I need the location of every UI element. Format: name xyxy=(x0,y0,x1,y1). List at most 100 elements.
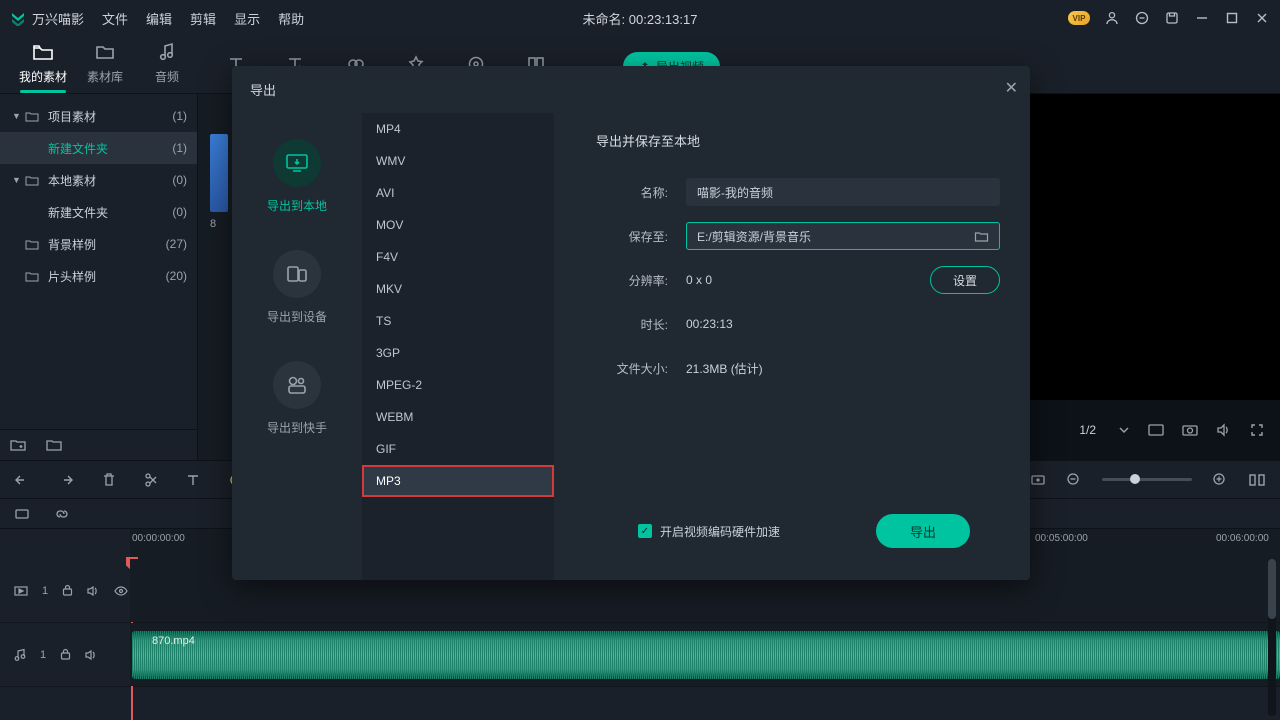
format-gif[interactable]: GIF xyxy=(362,433,554,465)
sidebar-item-local-media[interactable]: ▼ 本地素材 (0) xyxy=(0,164,197,196)
sidebar-item-new-folder-1[interactable]: 新建文件夹 (1) xyxy=(0,132,197,164)
devices-icon xyxy=(273,250,321,298)
audio-clip[interactable]: 870.mp4 xyxy=(132,631,1280,679)
folder-icon[interactable] xyxy=(974,230,989,243)
export-destinations: 导出到本地 导出到设备 导出到快手 xyxy=(232,113,362,580)
settings-button[interactable]: 设置 xyxy=(930,266,1000,294)
close-icon[interactable]: ✕ xyxy=(1005,78,1018,98)
maximize-button[interactable] xyxy=(1224,10,1240,26)
redo-icon[interactable] xyxy=(58,473,74,487)
export-button[interactable]: 导出 xyxy=(876,514,970,548)
format-mp3[interactable]: MP3 xyxy=(362,465,554,497)
vip-badge[interactable]: VIP xyxy=(1068,11,1090,25)
dest-kuaishou[interactable]: 导出到快手 xyxy=(267,353,327,444)
tab-my-media[interactable]: 我的素材 xyxy=(12,35,74,93)
media-thumbnail[interactable] xyxy=(210,134,228,212)
folder-icon xyxy=(25,110,41,122)
menu-help[interactable]: 帮助 xyxy=(278,9,304,28)
monitor-download-icon xyxy=(273,139,321,187)
stock-icon xyxy=(94,38,116,66)
lock-icon[interactable] xyxy=(62,584,73,597)
sidebar-item-intro-samples[interactable]: 片头样例 (20) xyxy=(0,260,197,292)
lock-icon[interactable] xyxy=(60,648,71,661)
export-dialog: 导出 ✕ 导出到本地 导出到设备 导出到快手 MP4 WMV AVI MOV F… xyxy=(232,66,1030,580)
path-input[interactable]: E:/剪辑资源/背景音乐 xyxy=(686,222,1000,250)
checkmark-icon: ✓ xyxy=(638,524,652,538)
text-icon[interactable] xyxy=(186,473,200,487)
chevron-down-icon[interactable] xyxy=(1118,424,1130,436)
sidebar-item-bg-samples[interactable]: 背景样例 (27) xyxy=(0,228,197,260)
delete-icon[interactable] xyxy=(102,472,116,488)
account-icon[interactable] xyxy=(1104,10,1120,26)
format-mov[interactable]: MOV xyxy=(362,209,554,241)
chevron-down-icon: ▼ xyxy=(12,111,22,121)
menu-clip[interactable]: 剪辑 xyxy=(190,9,216,28)
marker-icon[interactable] xyxy=(1030,473,1046,487)
mute-icon[interactable] xyxy=(87,585,100,597)
message-icon[interactable] xyxy=(1134,10,1150,26)
menu-edit[interactable]: 编辑 xyxy=(146,9,172,28)
tab-audio[interactable]: 音频 xyxy=(136,35,198,93)
filesize-value: 21.3MB (估计) xyxy=(686,360,763,377)
doc-title: 未命名: 00:23:13:17 xyxy=(583,9,698,28)
folder-icon xyxy=(25,270,41,282)
folder-icon xyxy=(25,238,41,250)
format-mpeg2[interactable]: MPEG-2 xyxy=(362,369,554,401)
dest-local[interactable]: 导出到本地 xyxy=(267,131,327,222)
format-3gp[interactable]: 3GP xyxy=(362,337,554,369)
zoom-slider[interactable] xyxy=(1102,478,1192,481)
my-media-icon xyxy=(32,38,54,66)
link-icon[interactable] xyxy=(54,507,70,521)
fit-icon[interactable] xyxy=(1248,473,1266,487)
window-controls: VIP xyxy=(1068,10,1270,26)
zoom-in-icon[interactable] xyxy=(1212,472,1228,488)
format-webm[interactable]: WEBM xyxy=(362,401,554,433)
undo-icon[interactable] xyxy=(14,473,30,487)
audio-track: 1 870.mp4 xyxy=(0,623,1280,687)
menu-file[interactable]: 文件 xyxy=(102,9,128,28)
format-mkv[interactable]: MKV xyxy=(362,273,554,305)
format-f4v[interactable]: F4V xyxy=(362,241,554,273)
media-sidebar: ▼ 项目素材 (1) 新建文件夹 (1) ▼ 本地素材 (0) 新建文件夹 (0… xyxy=(0,94,198,460)
eye-icon[interactable] xyxy=(114,586,128,596)
timeline-scrollbar[interactable] xyxy=(1268,559,1276,716)
title-bar: 万兴喵影 文件 编辑 剪辑 显示 帮助 未命名: 00:23:13:17 VIP xyxy=(0,0,1280,36)
kuaishou-icon xyxy=(273,361,321,409)
volume-icon[interactable] xyxy=(1216,423,1232,437)
format-mp4[interactable]: MP4 xyxy=(362,113,554,145)
record-icon[interactable] xyxy=(14,507,30,521)
dest-device[interactable]: 导出到设备 xyxy=(267,242,327,333)
dialog-title: 导出 xyxy=(232,66,1030,113)
menu-view[interactable]: 显示 xyxy=(234,9,260,28)
split-icon[interactable] xyxy=(144,472,158,488)
audio-track-icon xyxy=(14,648,26,661)
zoom-fraction[interactable]: 1/2 xyxy=(1079,423,1096,437)
format-ts[interactable]: TS xyxy=(362,305,554,337)
zoom-out-icon[interactable] xyxy=(1066,472,1082,488)
mute-icon[interactable] xyxy=(85,649,98,661)
folder-icon xyxy=(25,174,41,186)
hw-accel-checkbox[interactable]: ✓ 开启视频编码硬件加速 xyxy=(638,523,780,540)
tab-stock[interactable]: 素材库 xyxy=(74,35,136,93)
name-input[interactable]: 喵影-我的音频 xyxy=(686,178,1000,206)
timeline-body: 1 1 870.mp4 xyxy=(0,559,1280,720)
save-icon[interactable] xyxy=(1164,10,1180,26)
duration-value: 00:23:13 xyxy=(686,317,733,331)
snapshot-icon[interactable] xyxy=(1182,423,1198,437)
format-list: MP4 WMV AVI MOV F4V MKV TS 3GP MPEG-2 WE… xyxy=(362,113,554,580)
sidebar-item-new-folder-2[interactable]: 新建文件夹 (0) xyxy=(0,196,197,228)
new-folder-icon[interactable] xyxy=(10,438,26,452)
open-folder-icon[interactable] xyxy=(46,438,62,452)
minimize-button[interactable] xyxy=(1194,10,1210,26)
audio-track-lane[interactable]: 870.mp4 xyxy=(130,623,1280,686)
thumb-label: 8 xyxy=(210,218,216,230)
fullscreen-icon[interactable] xyxy=(1250,423,1264,437)
export-section-title: 导出并保存至本地 xyxy=(596,131,1000,150)
format-wmv[interactable]: WMV xyxy=(362,145,554,177)
format-avi[interactable]: AVI xyxy=(362,177,554,209)
resolution-value: 0 x 0 xyxy=(686,273,920,287)
audio-icon xyxy=(158,38,176,66)
sidebar-item-project-media[interactable]: ▼ 项目素材 (1) xyxy=(0,100,197,132)
quality-icon[interactable] xyxy=(1148,423,1164,437)
close-button[interactable] xyxy=(1254,10,1270,26)
